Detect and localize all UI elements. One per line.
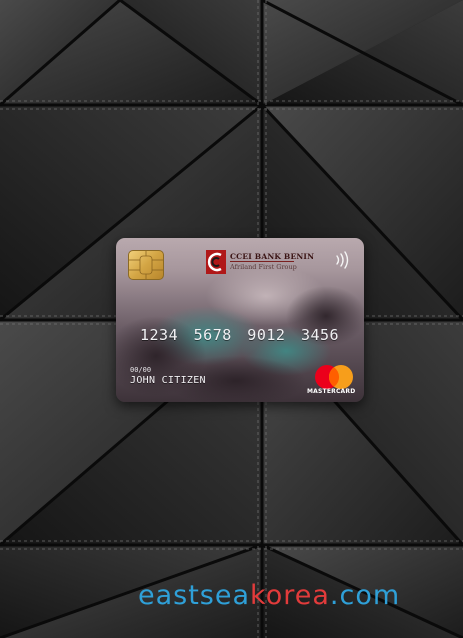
credit-card: CCEI BANK BENIN Afriland First Group 123…	[116, 238, 364, 402]
cardholder-name: JOHN CITIZEN	[130, 375, 206, 386]
bank-subtitle: Afriland First Group	[230, 263, 297, 271]
watermark-part-3: .com	[329, 580, 401, 611]
bank-logo-divider	[230, 261, 294, 262]
contactless-icon	[336, 251, 349, 269]
emv-chip-icon	[128, 250, 164, 280]
network-label: MASTERCARD	[307, 388, 356, 395]
watermark: eastseakorea.com	[138, 580, 400, 611]
watermark-part-2: korea	[250, 580, 330, 611]
card-expiry: 00/00	[130, 366, 152, 374]
watermark-part-1: eastsea	[138, 580, 251, 611]
card-number: 1234 5678 9012 3456	[140, 326, 340, 344]
bank-logo-icon	[206, 250, 226, 274]
mastercard-logo-icon	[315, 365, 353, 389]
bank-name: CCEI BANK BENIN	[230, 252, 315, 261]
photo: CCEI BANK BENIN Afriland First Group 123…	[0, 0, 463, 638]
